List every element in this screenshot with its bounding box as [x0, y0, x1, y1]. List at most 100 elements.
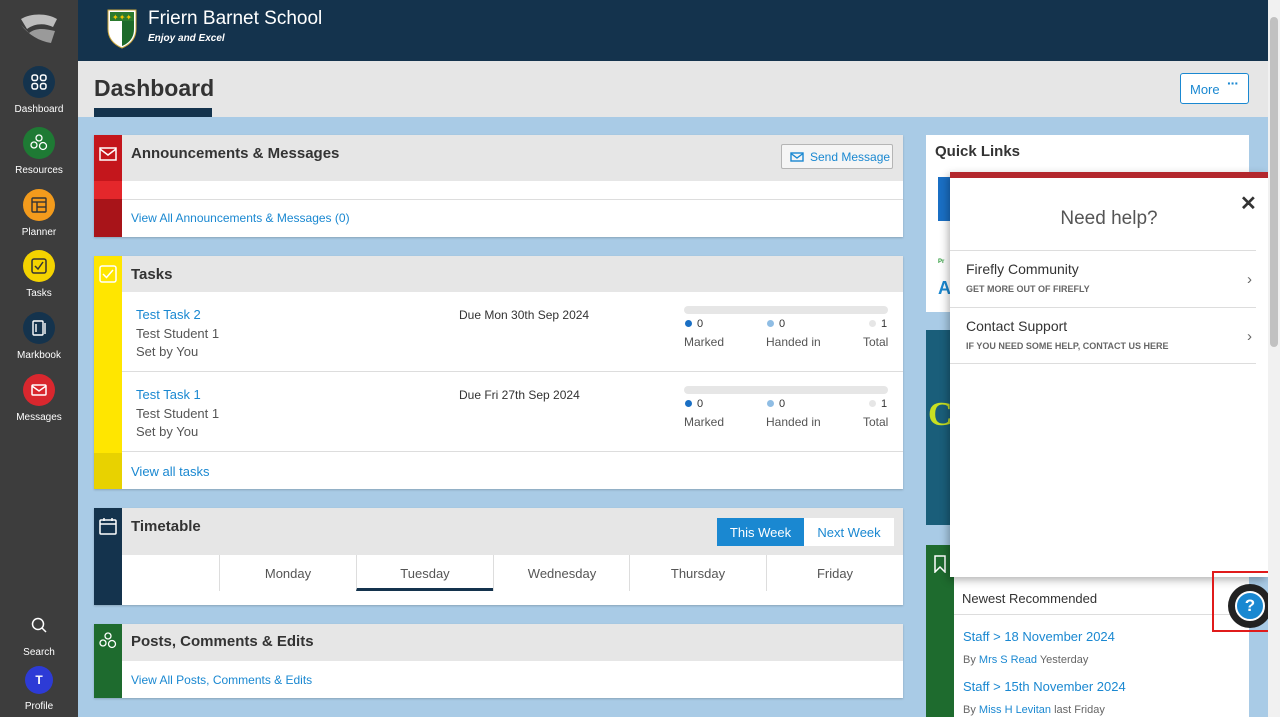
- help-item-title: Firefly Community: [966, 261, 1079, 277]
- calendar-icon: [99, 517, 117, 540]
- handed-in-dot-icon: [767, 320, 774, 327]
- next-week-button[interactable]: Next Week: [804, 518, 894, 546]
- more-dots-icon: ···: [1227, 75, 1239, 91]
- mail-icon: [99, 147, 117, 166]
- planner-icon: [23, 189, 55, 221]
- meta-when: last Friday: [1054, 704, 1105, 716]
- day-tab-thursday[interactable]: Thursday: [629, 555, 766, 591]
- meta-by: By: [963, 704, 976, 716]
- handed-in-label: Handed in: [766, 415, 821, 429]
- recommended-item-link[interactable]: Staff > 15th November 2024: [963, 679, 1126, 694]
- sidebar: Dashboard Resources Planner Tasks Markbo…: [0, 0, 78, 717]
- sidebar-item-label: Markbook: [17, 350, 61, 361]
- handed-in-value: 0: [779, 398, 786, 410]
- marked-count: 0: [685, 318, 703, 330]
- more-button[interactable]: More ···: [1180, 73, 1249, 104]
- timetable-title: Timetable: [131, 518, 201, 535]
- task-student: Test Student 1: [136, 406, 220, 421]
- task-set-by: Set by You: [136, 344, 199, 359]
- view-all-posts-link[interactable]: View All Posts, Comments & Edits: [131, 673, 312, 687]
- meta-when: Yesterday: [1039, 654, 1089, 666]
- sidebar-item-label: Tasks: [26, 288, 52, 299]
- title-underline: [94, 108, 212, 117]
- total-count: 1: [869, 318, 887, 330]
- task-due: Due Fri 27th Sep 2024: [459, 388, 580, 402]
- tasks-header: Tasks: [122, 256, 903, 292]
- view-all-tasks-link[interactable]: View all tasks: [131, 464, 210, 479]
- meta-by: By: [963, 654, 976, 666]
- sidebar-item-label: Dashboard: [14, 104, 64, 115]
- total-label: Total: [863, 335, 889, 349]
- task-row: Test Task 1 Test Student 1 Set by You Du…: [122, 372, 903, 452]
- this-week-button[interactable]: This Week: [717, 518, 804, 546]
- sidebar-item-markbook[interactable]: Markbook: [0, 312, 78, 361]
- svg-text:✦✦✦: ✦✦✦: [112, 13, 132, 22]
- tasks-strip: [94, 256, 122, 489]
- tasks-card: Tasks Test Task 2 Test Student 1 Set by …: [94, 256, 903, 489]
- sidebar-item-tasks[interactable]: Tasks: [0, 250, 78, 299]
- messages-icon: [23, 374, 55, 406]
- sidebar-item-dashboard[interactable]: Dashboard: [0, 66, 78, 115]
- author-link[interactable]: Miss H Levitan: [979, 704, 1051, 716]
- send-message-button[interactable]: Send Message: [781, 144, 893, 169]
- task-name-link[interactable]: Test Task 1: [136, 387, 201, 402]
- school-crest-icon: ✦✦✦: [107, 9, 137, 54]
- help-item-firefly-community[interactable]: Firefly Community GET MORE OUT OF FIREFL…: [950, 250, 1256, 307]
- bookmark-icon: [933, 555, 947, 578]
- posts-card: Posts, Comments & Edits View All Posts, …: [94, 624, 903, 698]
- handed-in-label: Handed in: [766, 335, 821, 349]
- task-progress-bar: [684, 386, 888, 394]
- timetable-strip: [94, 508, 122, 605]
- timetable-card: Timetable This Week Next Week Monday Tue…: [94, 508, 903, 605]
- recommended-item-meta: By Miss H Levitan last Friday: [963, 704, 1105, 716]
- strip-accent: [94, 453, 122, 489]
- posts-header: Posts, Comments & Edits: [122, 624, 903, 661]
- dashboard-icon: [23, 66, 55, 98]
- sidebar-item-messages[interactable]: Messages: [0, 374, 78, 423]
- sidebar-item-label: Messages: [16, 412, 62, 423]
- total-label: Total: [863, 415, 889, 429]
- help-title: Need help?: [1060, 208, 1158, 229]
- announcements-card: Announcements & Messages Send Message Vi…: [94, 135, 903, 237]
- marked-count: 0: [685, 398, 703, 410]
- page-title: Dashboard: [94, 75, 215, 101]
- day-tab-tuesday[interactable]: Tuesday: [356, 555, 493, 591]
- day-tab-wednesday[interactable]: Wednesday: [493, 555, 630, 591]
- more-label: More: [1190, 82, 1220, 97]
- announcements-title: Announcements & Messages: [131, 145, 340, 162]
- recommended-item-meta: By Mrs S Read Yesterday: [963, 654, 1088, 666]
- posts-icon: [99, 632, 117, 655]
- view-all-announcements-link[interactable]: View All Announcements & Messages (0): [131, 211, 350, 225]
- handed-in-dot-icon: [767, 400, 774, 407]
- scrollbar-thumb[interactable]: [1270, 17, 1278, 347]
- sidebar-search[interactable]: Search: [0, 609, 78, 658]
- tasks-icon: [23, 250, 55, 282]
- question-mark-icon: ?: [1235, 591, 1265, 621]
- send-message-label: Send Message: [810, 150, 891, 164]
- recommended-header: Newest Recommended: [954, 577, 1249, 615]
- author-link[interactable]: Mrs S Read: [979, 654, 1037, 666]
- firefly-logo-icon[interactable]: [17, 13, 61, 50]
- help-item-title: Contact Support: [966, 318, 1068, 334]
- sidebar-profile[interactable]: T Profile: [0, 666, 78, 712]
- school-motto: Enjoy and Excel: [148, 33, 225, 44]
- task-name-link[interactable]: Test Task 2: [136, 307, 201, 322]
- task-set-by: Set by You: [136, 424, 199, 439]
- recommended-item-link[interactable]: Staff > 18 November 2024: [963, 629, 1115, 644]
- announcements-header: Announcements & Messages Send Message: [122, 135, 903, 181]
- sidebar-item-planner[interactable]: Planner: [0, 189, 78, 238]
- page-scrollbar[interactable]: [1268, 0, 1280, 717]
- day-tab-friday[interactable]: Friday: [766, 555, 903, 591]
- page-titlebar: Dashboard More ···: [78, 61, 1268, 117]
- promo-banner[interactable]: C: [926, 330, 953, 525]
- handed-in-count: 0: [767, 398, 785, 410]
- task-due: Due Mon 30th Sep 2024: [459, 308, 590, 322]
- marked-label: Marked: [684, 415, 725, 429]
- day-tab-monday[interactable]: Monday: [219, 555, 356, 591]
- marked-value: 0: [697, 398, 704, 410]
- total-dot-icon: [869, 320, 876, 327]
- divider: [122, 199, 903, 200]
- help-item-contact-support[interactable]: Contact Support IF YOU NEED SOME HELP, C…: [950, 307, 1256, 364]
- sidebar-item-resources[interactable]: Resources: [0, 127, 78, 176]
- help-button[interactable]: ?: [1228, 584, 1272, 628]
